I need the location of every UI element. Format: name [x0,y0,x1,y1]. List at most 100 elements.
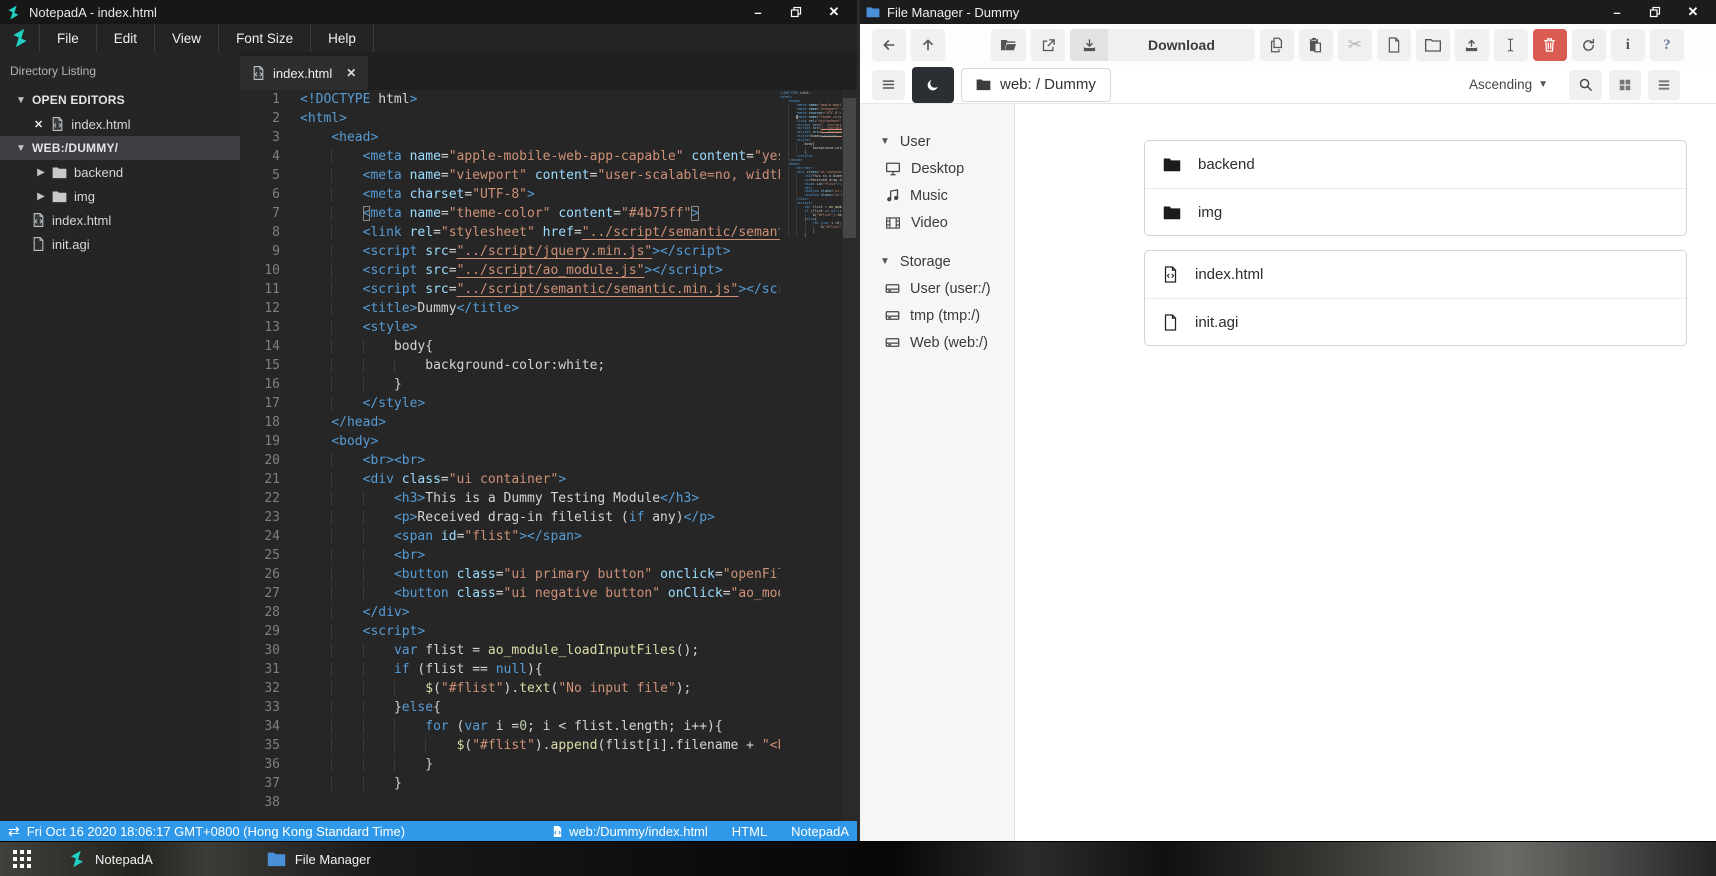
code-line[interactable]: <!DOCTYPE html> [300,90,780,109]
tree-item-backend[interactable]: ▶ backend [0,160,240,184]
minimize-icon[interactable]: – [741,1,775,23]
code-line[interactable]: $("#flist").text("No input file"); [300,679,780,698]
code-area[interactable]: <!DOCTYPE html> <html> <head> <meta name=… [300,90,780,821]
new-folder-button[interactable] [1415,29,1450,61]
open-editors-header[interactable]: ▼ OPEN EDITORS [0,88,240,112]
text-cursor-button[interactable] [1493,29,1528,61]
section-user[interactable]: ▼ User [860,128,1014,155]
code-line[interactable]: <script> [300,622,780,641]
code-line[interactable]: <button class="ui primary button" onclic… [300,565,780,584]
code-line[interactable]: <body> [300,432,780,451]
sidebar-item-video[interactable]: Video [860,209,1014,236]
info-button[interactable]: i [1610,29,1645,61]
code-line[interactable]: }else{ [300,698,780,717]
close-tab-icon[interactable]: ✕ [346,66,356,80]
paste-button[interactable] [1298,29,1333,61]
copy-button[interactable] [1259,29,1294,61]
editor-scrollbar[interactable] [842,90,857,821]
code-line[interactable]: <script src="../script/jquery.min.js"></… [300,242,780,261]
up-button[interactable] [911,29,945,61]
cut-button[interactable]: ✂ [1337,29,1372,61]
code-line[interactable]: } [300,774,780,793]
code-line[interactable]: } [300,375,780,394]
menu-edit[interactable]: Edit [97,24,156,52]
code-line[interactable]: <p>Received drag-in filelist (if any)</p… [300,508,780,527]
sidebar-item-tmp-drive[interactable]: tmp (tmp:/) [860,302,1014,329]
tab-index-html[interactable]: index.html ✕ [240,56,369,90]
close-icon[interactable]: ✕ [34,118,43,131]
start-menu-button[interactable] [0,842,44,876]
taskbar-item-notepada[interactable]: NotepadA [58,842,163,876]
code-line[interactable]: <h3>This is a Dummy Testing Module</h3> [300,489,780,508]
code-line[interactable]: <html> [300,109,780,128]
code-line[interactable]: <script src="../script/semantic/semantic… [300,280,780,299]
close-icon[interactable]: ✕ [1676,1,1710,23]
code-line[interactable]: body{ [300,337,780,356]
close-icon[interactable]: ✕ [817,1,851,23]
grid-view-button[interactable] [1609,69,1641,100]
file-row-init-agi[interactable]: init.agi [1145,298,1686,345]
file-row-index-html[interactable]: index.html [1145,251,1686,298]
file-row-img[interactable]: img [1145,188,1686,235]
menu-font-size[interactable]: Font Size [219,24,312,52]
code-line[interactable]: if (flist == null){ [300,660,780,679]
code-line[interactable]: } [300,755,780,774]
code-line[interactable]: <style> [300,318,780,337]
code-line[interactable]: $("#flist").append(flist[i].filename + "… [300,736,780,755]
code-line[interactable]: background-color:white; [300,356,780,375]
list-view-button[interactable] [1648,69,1680,100]
hamburger-menu-button[interactable] [872,69,905,100]
open-editor-item[interactable]: ✕ index.html [0,112,240,136]
code-line[interactable]: <script src="../script/ao_module.js"></s… [300,261,780,280]
menu-help[interactable]: Help [311,24,374,52]
code-line[interactable]: var flist = ao_module_loadInputFiles(); [300,641,780,660]
sidebar-item-user-drive[interactable]: User (user:/) [860,275,1014,302]
section-storage[interactable]: ▼ Storage [860,248,1014,275]
code-line[interactable] [780,238,842,242]
code-line[interactable]: </head> [300,413,780,432]
new-file-button[interactable] [1376,29,1411,61]
sidebar-item-music[interactable]: Music [860,182,1014,209]
file-row-backend[interactable]: backend [1145,141,1686,188]
refresh-button[interactable] [1571,29,1606,61]
code-line[interactable]: <link rel="stylesheet" href="../script/s… [300,223,780,242]
code-line[interactable]: </div> [300,603,780,622]
menu-file[interactable]: File [40,24,97,52]
code-line[interactable]: <span id="flist"></span> [300,527,780,546]
tree-item-img[interactable]: ▶ img [0,184,240,208]
menu-view[interactable]: View [155,24,220,52]
search-button[interactable] [1569,69,1602,100]
back-button[interactable] [872,29,906,61]
code-line[interactable]: <br> [300,546,780,565]
download-button[interactable]: Download [1070,29,1255,61]
scrollbar-thumb[interactable] [843,98,856,238]
sort-order-dropdown[interactable]: Ascending [1469,77,1532,92]
minimap[interactable]: <!DOCTYPE html> <html> <head> <meta name=… [780,90,842,821]
breadcrumb[interactable]: web: / Dummy [961,67,1111,102]
code-line[interactable]: for (var i =0; i < flist.length; i++){ [300,717,780,736]
restore-icon[interactable] [779,1,813,23]
restore-icon[interactable] [1638,1,1672,23]
code-line[interactable]: <head> [300,128,780,147]
caret-down-icon[interactable]: ▼ [1538,79,1548,90]
upload-button[interactable] [1454,29,1489,61]
sidebar-item-web-drive[interactable]: Web (web:/) [860,329,1014,356]
open-folder-button[interactable] [991,29,1026,61]
code-line[interactable]: <meta name="theme-color" content="#4b75f… [300,204,780,223]
code-line[interactable]: <title>Dummy</title> [300,299,780,318]
delete-button[interactable] [1532,29,1567,61]
workspace-root[interactable]: ▼ WEB:/DUMMY/ [0,136,240,160]
help-button[interactable]: ? [1649,29,1684,61]
open-external-button[interactable] [1031,29,1065,61]
tree-item-init-agi[interactable]: init.agi [0,232,240,256]
code-line[interactable]: <br><br> [300,451,780,470]
tree-item-index-html[interactable]: index.html [0,208,240,232]
code-line[interactable]: </style> [300,394,780,413]
code-line[interactable] [300,793,780,812]
theme-toggle-button[interactable] [912,66,954,103]
code-line[interactable]: <meta name="apple-mobile-web-app-capable… [300,147,780,166]
minimize-icon[interactable]: – [1600,1,1634,23]
code-line[interactable]: <button class="ui negative button" onCli… [300,584,780,603]
code-line[interactable]: <div class="ui container"> [300,470,780,489]
taskbar-item-file-manager[interactable]: File Manager [257,842,381,876]
